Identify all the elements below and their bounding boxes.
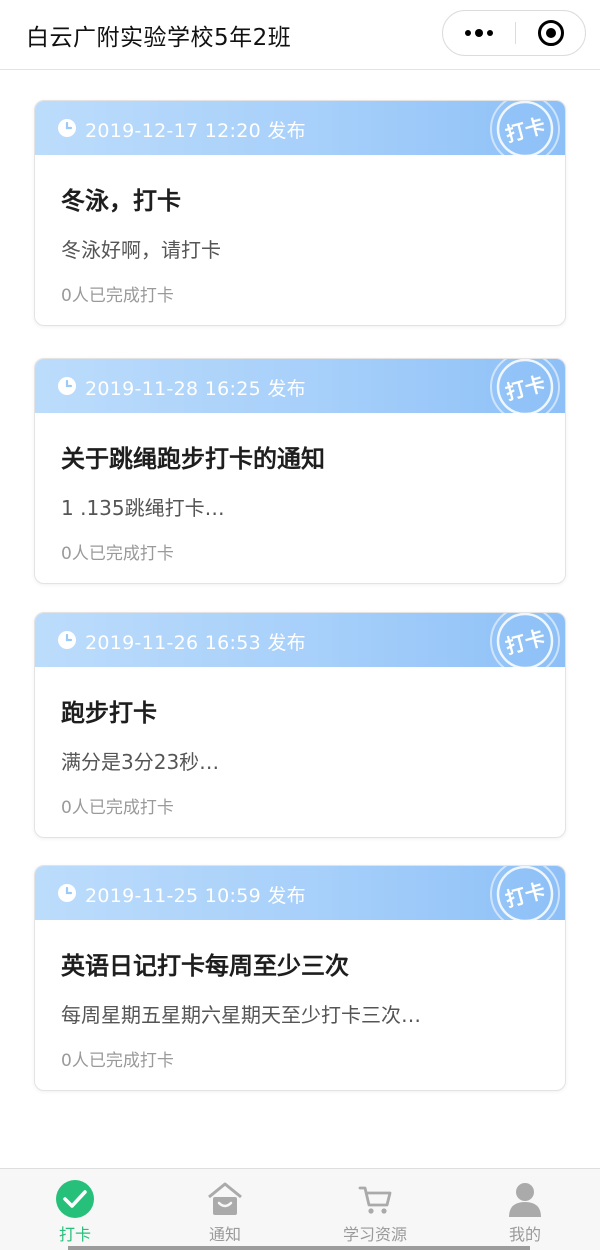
svg-text:打卡: 打卡: [503, 113, 548, 147]
card-date: 2019-11-26 16:53 发布: [85, 632, 306, 654]
home-indicator: [68, 1246, 530, 1250]
checkin-card[interactable]: 2019-11-28 16:25 发布 打卡 关于跳绳跑步打卡的通知 1 .13…: [34, 358, 566, 584]
card-description: 每周星期五星期六星期天至少打卡三次…: [61, 1003, 421, 1027]
svg-text:打卡: 打卡: [503, 878, 548, 912]
checkin-stamp-icon: 打卡: [490, 101, 560, 159]
checkin-stamp-icon: 打卡: [490, 359, 560, 417]
card-description: 冬泳好啊，请打卡: [61, 238, 221, 262]
tab-resources[interactable]: 学习资源: [300, 1169, 450, 1250]
header-bar: 白云广附实验学校5年2班: [0, 0, 600, 70]
tab-label: 通知: [208, 1225, 241, 1244]
tab-label: 打卡: [58, 1225, 91, 1244]
user-icon: [509, 1183, 541, 1217]
clock-icon: [58, 631, 76, 649]
menu-capsule: [442, 10, 586, 56]
card-title: 关于跳绳跑步打卡的通知: [61, 445, 325, 473]
checkin-card[interactable]: 2019-11-26 16:53 发布 打卡 跑步打卡 满分是3分23秒… 0人…: [34, 612, 566, 838]
card-date: 2019-11-25 10:59 发布: [85, 885, 306, 907]
tab-label: 学习资源: [342, 1225, 407, 1244]
more-dots-icon[interactable]: [443, 11, 515, 55]
checkin-card[interactable]: 2019-12-17 12:20 发布 打卡 冬泳，打卡 冬泳好啊，请打卡 0人…: [34, 100, 566, 326]
checkin-card[interactable]: 2019-11-25 10:59 发布 打卡 英语日记打卡每周至少三次 每周星期…: [34, 865, 566, 1091]
card-header: 2019-11-26 16:53 发布 打卡: [35, 613, 565, 671]
svg-text:打卡: 打卡: [503, 625, 548, 659]
card-date: 2019-11-28 16:25 发布: [85, 378, 306, 400]
check-circle-icon: [56, 1180, 94, 1218]
svg-text:打卡: 打卡: [503, 371, 548, 405]
card-header: 2019-11-25 10:59 发布 打卡: [35, 866, 565, 924]
checkin-stamp-icon: 打卡: [490, 613, 560, 671]
card-title: 英语日记打卡每周至少三次: [61, 952, 349, 980]
card-description: 1 .135跳绳打卡…: [61, 496, 225, 520]
tab-checkin[interactable]: 打卡: [0, 1169, 150, 1250]
card-date: 2019-12-17 12:20 发布: [85, 120, 306, 142]
home-icon: [208, 1182, 242, 1215]
card-header: 2019-12-17 12:20 发布 打卡: [35, 101, 565, 159]
page-title: 白云广附实验学校5年2班: [26, 25, 292, 51]
completion-count: 0人已完成打卡: [61, 544, 174, 564]
cart-icon: [358, 1186, 392, 1214]
app-root: 白云广附实验学校5年2班 2019-12-17 12:20 发布 打卡 冬泳，打…: [0, 0, 600, 1250]
clock-icon: [58, 119, 76, 137]
clock-icon: [58, 884, 76, 902]
tab-label: 我的: [508, 1225, 541, 1244]
completion-count: 0人已完成打卡: [61, 286, 174, 306]
card-description: 满分是3分23秒…: [61, 750, 220, 774]
tab-mine[interactable]: 我的: [450, 1169, 600, 1250]
completion-count: 0人已完成打卡: [61, 1051, 174, 1071]
tab-notice[interactable]: 通知: [150, 1169, 300, 1250]
checkin-stamp-icon: 打卡: [490, 866, 560, 924]
target-close-icon[interactable]: [516, 11, 586, 55]
card-header: 2019-11-28 16:25 发布 打卡: [35, 359, 565, 417]
clock-icon: [58, 377, 76, 395]
completion-count: 0人已完成打卡: [61, 798, 174, 818]
card-title: 冬泳，打卡: [61, 187, 181, 215]
bottom-tab-bar: 打卡 通知 学习资源 我的: [0, 1168, 600, 1250]
card-title: 跑步打卡: [61, 699, 157, 727]
